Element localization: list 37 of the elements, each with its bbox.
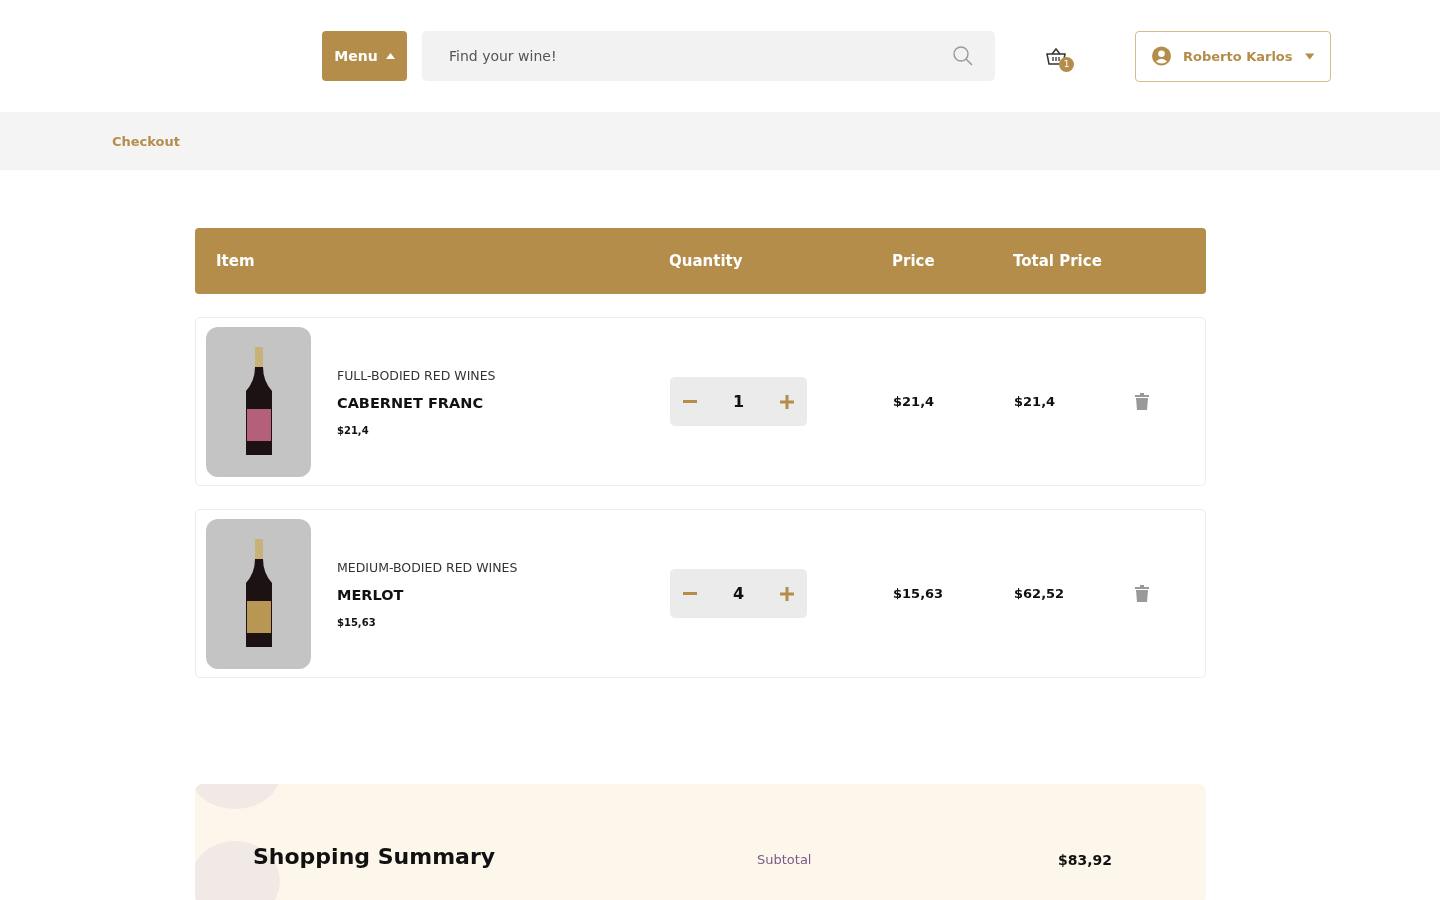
summary-title: Shopping Summary (253, 844, 497, 869)
user-avatar-icon (1152, 45, 1171, 67)
delete-button[interactable] (1135, 393, 1149, 410)
total-price-cell-text: $21,4 (1014, 394, 1057, 409)
search-icon[interactable] (953, 46, 973, 66)
wine-category: MEDIUM-BODIED RED WINES (337, 559, 518, 575)
unit-price: $15,63 (337, 616, 377, 628)
price-cell-text: $21,4 (893, 394, 936, 409)
plus-icon (780, 586, 794, 601)
quantity-value: 4 (732, 584, 745, 603)
total-price-cell-text: $62,52 (1014, 586, 1066, 601)
minus-icon (683, 400, 697, 403)
quantity-value: 1 (732, 392, 745, 411)
user-menu-button[interactable]: Roberto Karlos (1135, 30, 1331, 82)
breadcrumb-link[interactable]: Checkout (112, 133, 180, 149)
wine-name: CABERNET FRANC (337, 394, 485, 411)
column-header: Price (892, 252, 936, 270)
search-field[interactable]: Find your wine! (422, 31, 995, 81)
unit-price: $21,4 (337, 424, 370, 436)
trash-icon (1135, 393, 1149, 410)
plus-icon (780, 394, 794, 409)
minus-icon (683, 592, 697, 595)
caret-icon (1304, 52, 1314, 60)
wine-name: MERLOT (337, 586, 405, 603)
wine-category: FULL-BODIED RED WINES (337, 367, 496, 383)
price-cell-text: $15,63 (893, 586, 945, 601)
column-header: Total Price (1013, 252, 1103, 270)
column-header: Quantity (669, 252, 744, 270)
column-header: Item (215, 252, 256, 270)
delete-button[interactable] (1135, 585, 1149, 602)
cart-count-badge: 1 (1059, 56, 1074, 72)
subtotal-label: Subtotal (757, 852, 812, 868)
basket-icon[interactable] (1046, 47, 1066, 65)
trash-icon (1135, 585, 1149, 602)
caret-icon (385, 53, 395, 59)
subtotal-value: $83,92 (1057, 852, 1112, 868)
menu-button[interactable]: Menu (322, 31, 407, 81)
